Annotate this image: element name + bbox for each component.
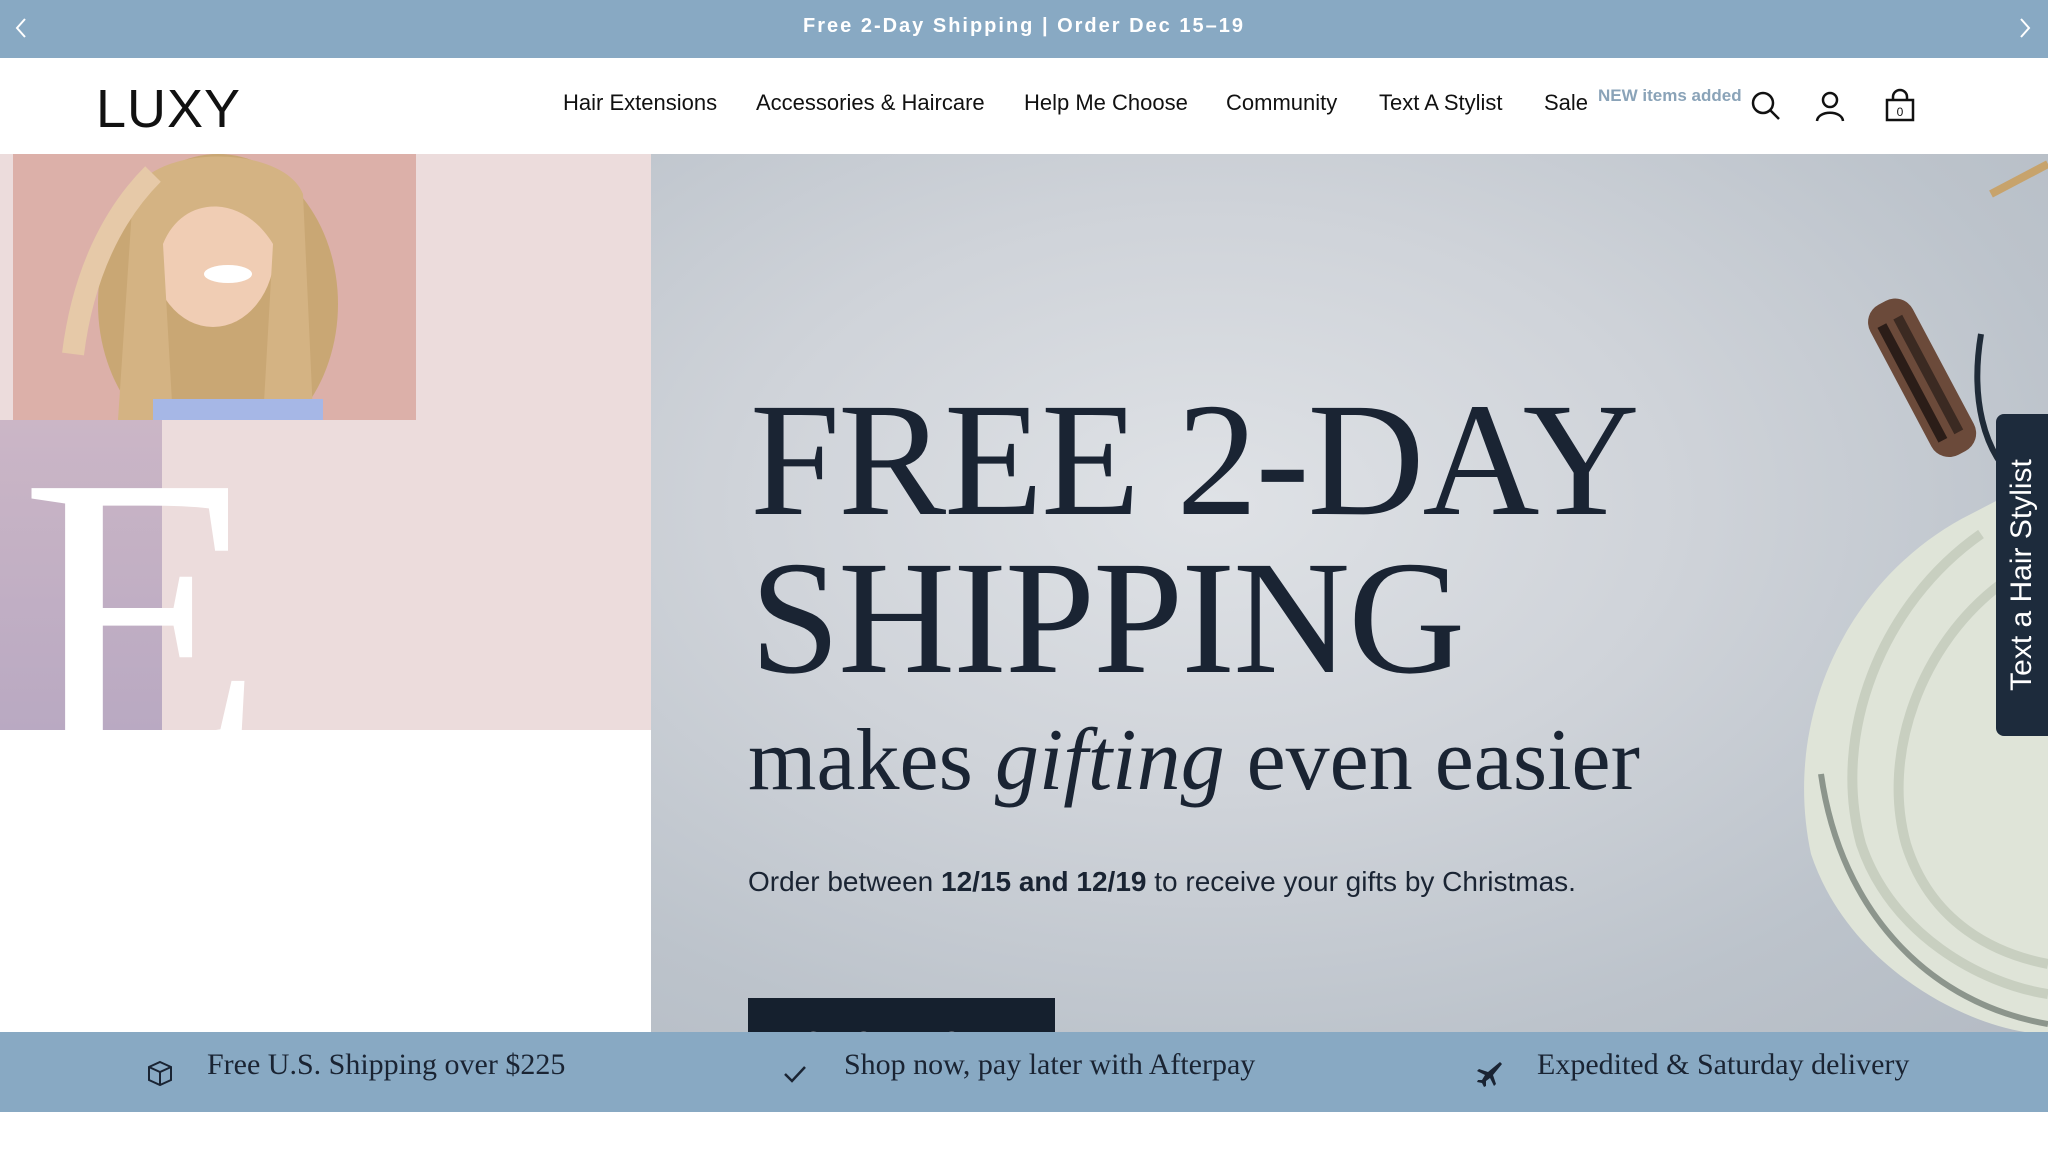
benefit-free-shipping: Free U.S. Shipping over $225 [207,1048,566,1081]
cart-count: 0 [1897,105,1904,119]
decorative-letter: E [20,394,265,837]
headline-line-1: FREE 2-DAY [750,371,1640,550]
new-items-badge: NEW items added [1598,86,1742,105]
hero-left-panel: E [0,154,651,1032]
chevron-right-icon[interactable] [2012,14,2036,42]
airplane-icon [1477,1062,1502,1087]
box-icon [148,1060,172,1087]
hero-banner: E FREE 2-DAY SHIPPING makes gifting even… [0,154,2048,1032]
shop-now-button[interactable]: SHOP NOW [748,998,1055,1032]
cart-icon: 0 [1885,88,1915,122]
order-suffix: to receive your gifts by Christmas. [1146,866,1576,897]
benefit-expedited: Expedited & Saturday delivery [1537,1048,1910,1081]
logo[interactable]: LUXY [96,78,241,140]
text-hair-stylist-tab[interactable]: Text a Hair Stylist [1996,414,2048,736]
hero-headline: FREE 2-DAY SHIPPING [750,371,1640,708]
benefits-bar: Free U.S. Shipping over $225 Shop now, p… [0,1032,2048,1112]
side-tab-label: Text a Hair Stylist [2005,459,2038,691]
nav-item-hair-extensions[interactable]: Hair Extensions [563,90,717,116]
benefit-afterpay: Shop now, pay later with Afterpay [844,1048,1256,1081]
nav-item-help-me-choose[interactable]: Help Me Choose [1024,90,1188,116]
order-prefix: Order between [748,866,941,897]
announcement-bar: Free 2-Day Shipping | Order Dec 15–19 [0,0,2048,58]
subhead-part-2: even easier [1224,712,1640,809]
nav-item-accessories-haircare[interactable]: Accessories & Haircare [756,90,985,116]
site-header: LUXY Hair Extensions Accessories & Hairc… [0,58,2048,154]
nav-item-text-a-stylist[interactable]: Text A Stylist [1379,90,1503,116]
hero-subhead: makes gifting even easier [748,710,1640,811]
model-photo [13,154,416,420]
nav-item-community[interactable]: Community [1226,90,1337,116]
announcement-text[interactable]: Free 2-Day Shipping | Order Dec 15–19 [0,0,2048,52]
order-dates: 12/15 and 12/19 [941,866,1147,897]
cart-button[interactable]: 0 [1882,88,1918,124]
subhead-part-1: makes [748,712,995,809]
search-icon[interactable] [1748,88,1784,124]
checkmark-icon [784,1066,806,1083]
headline-line-2: SHIPPING [750,529,1465,708]
order-dates-text: Order between 12/15 and 12/19 to receive… [748,866,1576,898]
nav-item-sale[interactable]: Sale [1544,90,1588,116]
subhead-italic: gifting [994,712,1225,809]
account-icon[interactable] [1812,88,1848,124]
